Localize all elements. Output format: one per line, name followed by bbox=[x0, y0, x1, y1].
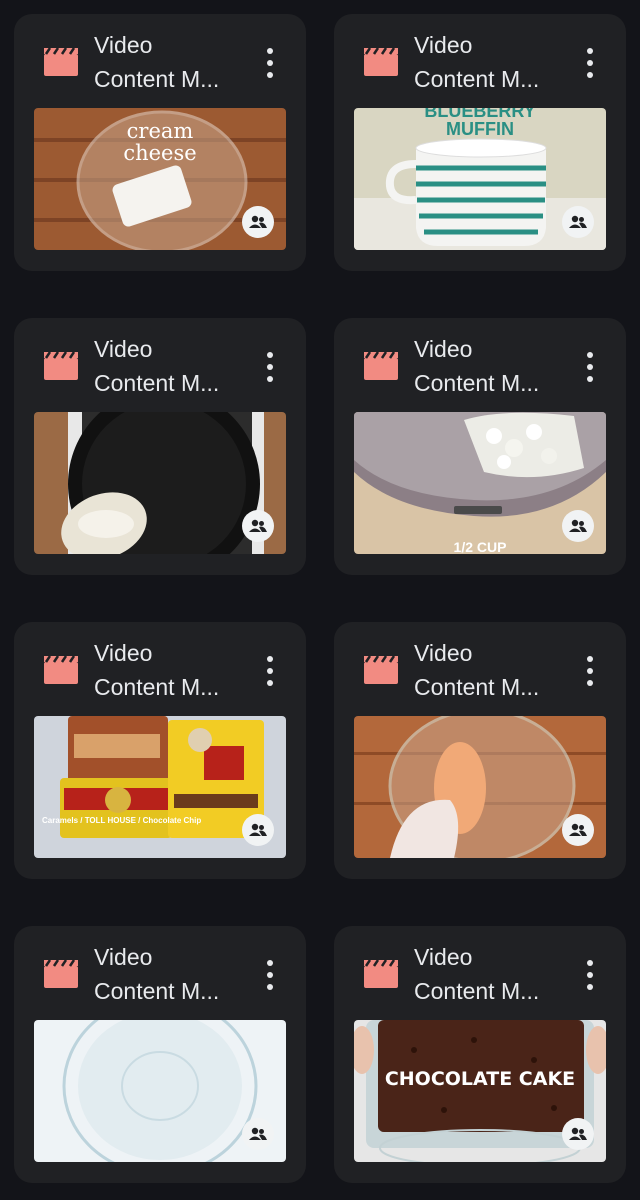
card-title-line2: Content M... bbox=[94, 370, 220, 396]
video-card-5[interactable]: Video Content M... Caramels / TOLL HOUSE… bbox=[14, 622, 306, 879]
more-vert-icon[interactable] bbox=[582, 960, 598, 990]
video-grid: Video Content M... cream cheese Video Co… bbox=[0, 0, 640, 1200]
video-clapper-icon bbox=[364, 352, 398, 380]
shared-people-icon bbox=[562, 814, 594, 846]
card-title-line1: Video bbox=[94, 640, 153, 666]
video-thumbnail[interactable]: 1/2 CUP bbox=[354, 412, 606, 554]
card-title-line2: Content M... bbox=[94, 66, 220, 92]
video-thumbnail[interactable]: Caramels / TOLL HOUSE / Chocolate Chip bbox=[34, 716, 286, 858]
shared-people-icon bbox=[242, 206, 274, 238]
card-title-line1: Video bbox=[414, 336, 473, 362]
card-title-line1: Video bbox=[94, 336, 153, 362]
card-header: Video Content M... bbox=[334, 622, 626, 716]
card-header: Video Content M... bbox=[14, 622, 306, 716]
thumbnail-caption: BLUEBERRY MUFFIN bbox=[424, 108, 536, 139]
card-title-line1: Video bbox=[94, 32, 153, 58]
video-thumbnail[interactable]: BLUEBERRY MUFFIN bbox=[354, 108, 606, 250]
thumbnail-caption: 1/2 CUP bbox=[453, 539, 507, 554]
card-title-line1: Video bbox=[94, 944, 153, 970]
video-card-3[interactable]: Video Content M... bbox=[14, 318, 306, 575]
card-title-line2: Content M... bbox=[94, 978, 220, 1004]
more-vert-icon[interactable] bbox=[582, 48, 598, 78]
video-thumbnail[interactable] bbox=[34, 412, 286, 554]
video-clapper-icon bbox=[44, 656, 78, 684]
video-thumbnail[interactable] bbox=[354, 716, 606, 858]
video-clapper-icon bbox=[364, 960, 398, 988]
video-thumbnail[interactable]: cream cheese bbox=[34, 108, 286, 250]
video-card-2[interactable]: Video Content M... BLUEBERRY MUFFIN bbox=[334, 14, 626, 271]
card-header: Video Content M... bbox=[334, 926, 626, 1020]
card-header: Video Content M... bbox=[14, 14, 306, 108]
more-vert-icon[interactable] bbox=[582, 656, 598, 686]
more-vert-icon[interactable] bbox=[262, 960, 278, 990]
video-thumbnail[interactable]: CHOCOLATE CAKE bbox=[354, 1020, 606, 1162]
thumbnail-caption: CHOCOLATE CAKE bbox=[384, 1068, 576, 1090]
video-clapper-icon bbox=[44, 48, 78, 76]
card-header: Video Content M... bbox=[334, 318, 626, 412]
shared-people-icon bbox=[242, 814, 274, 846]
more-vert-icon[interactable] bbox=[262, 352, 278, 382]
thumbnail-caption: cream cheese bbox=[123, 119, 197, 165]
video-thumbnail[interactable] bbox=[34, 1020, 286, 1162]
video-card-6[interactable]: Video Content M... bbox=[334, 622, 626, 879]
video-clapper-icon bbox=[364, 656, 398, 684]
card-header: Video Content M... bbox=[334, 14, 626, 108]
card-title-line2: Content M... bbox=[414, 674, 540, 700]
more-vert-icon[interactable] bbox=[262, 656, 278, 686]
thumbnail-caption: Caramels / TOLL HOUSE / Chocolate Chip bbox=[42, 816, 202, 825]
shared-people-icon bbox=[242, 510, 274, 542]
card-title-line2: Content M... bbox=[414, 978, 540, 1004]
video-clapper-icon bbox=[44, 960, 78, 988]
card-title-line2: Content M... bbox=[94, 674, 220, 700]
video-card-1[interactable]: Video Content M... cream cheese bbox=[14, 14, 306, 271]
card-title-line2: Content M... bbox=[414, 66, 540, 92]
card-title-line1: Video bbox=[414, 944, 473, 970]
video-card-4[interactable]: Video Content M... 1/2 CUP bbox=[334, 318, 626, 575]
video-clapper-icon bbox=[44, 352, 78, 380]
card-header: Video Content M... bbox=[14, 926, 306, 1020]
more-vert-icon[interactable] bbox=[262, 48, 278, 78]
more-vert-icon[interactable] bbox=[582, 352, 598, 382]
card-header: Video Content M... bbox=[14, 318, 306, 412]
video-card-8[interactable]: Video Content M... CHOCOLATE CAKE bbox=[334, 926, 626, 1183]
shared-people-icon bbox=[562, 206, 594, 238]
card-title-line1: Video bbox=[414, 640, 473, 666]
card-title-line1: Video bbox=[414, 32, 473, 58]
video-card-7[interactable]: Video Content M... bbox=[14, 926, 306, 1183]
shared-people-icon bbox=[562, 1118, 594, 1150]
shared-people-icon bbox=[562, 510, 594, 542]
video-clapper-icon bbox=[364, 48, 398, 76]
card-title-line2: Content M... bbox=[414, 370, 540, 396]
shared-people-icon bbox=[242, 1118, 274, 1150]
